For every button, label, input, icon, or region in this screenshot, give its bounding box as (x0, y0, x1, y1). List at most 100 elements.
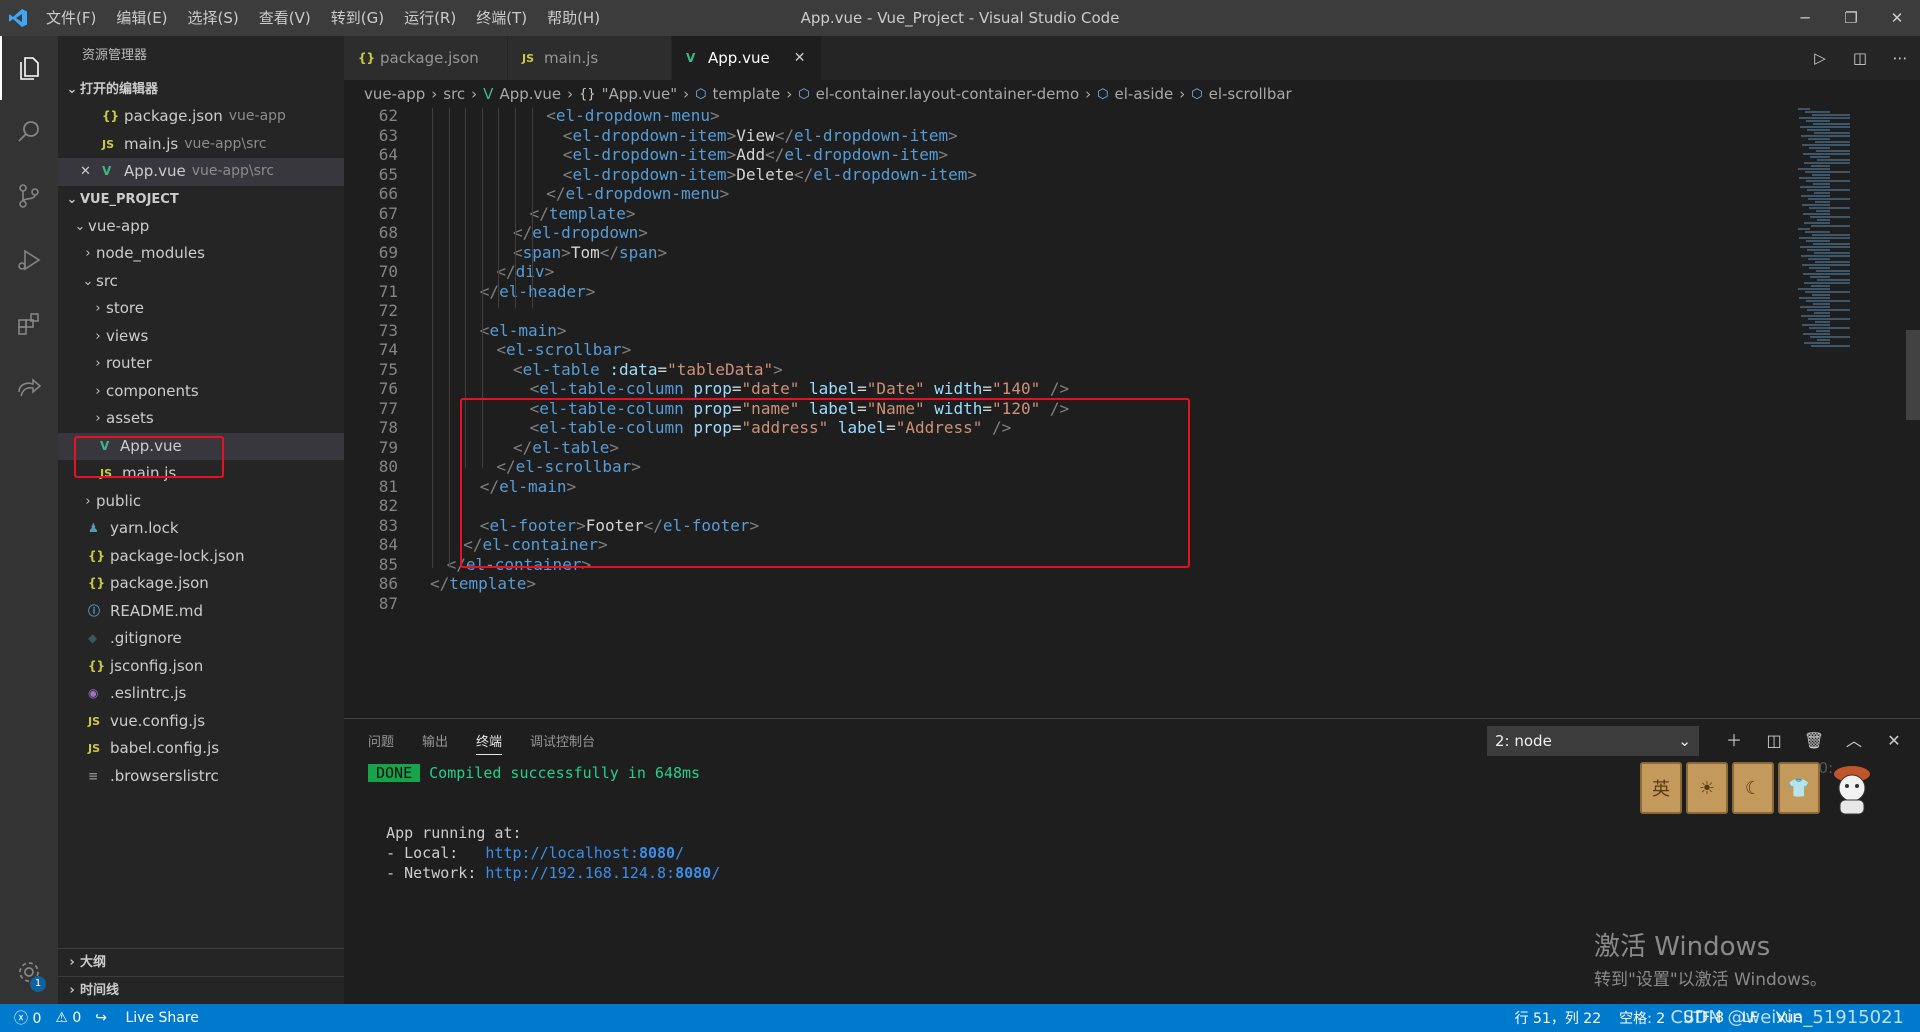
decorative-widget: 英 ☀ ☾ 👕 (1640, 758, 1880, 818)
restore-button[interactable]: ❐ (1828, 0, 1874, 36)
tab-debug-console[interactable]: 调试控制台 (530, 731, 595, 755)
breadcrumb-item[interactable]: src (443, 85, 465, 103)
tree-file-jsconfig[interactable]: {} jsconfig.json (58, 653, 344, 681)
breadcrumb-item[interactable]: App.vue (499, 85, 561, 103)
split-terminal-icon[interactable]: ◫ (1754, 726, 1794, 756)
extensions-button[interactable] (0, 292, 58, 356)
run-icon[interactable]: ▷ (1800, 49, 1840, 67)
minimap-line (1813, 243, 1850, 245)
tab-app-vue[interactable]: V App.vue ✕ (672, 36, 822, 80)
close-panel-icon[interactable]: ✕ (1874, 726, 1914, 756)
breadcrumb-item[interactable]: vue-app (364, 85, 425, 103)
close-editor-icon[interactable]: ✕ (80, 158, 102, 186)
breadcrumb-item[interactable]: el-aside (1115, 85, 1174, 103)
source-control-button[interactable] (0, 164, 58, 228)
tree-file-gitignore[interactable]: ◆ .gitignore (58, 625, 344, 653)
new-terminal-icon[interactable]: ＋ (1714, 726, 1754, 756)
terminal-select[interactable]: 2: node ⌄ (1487, 726, 1699, 756)
project-section[interactable]: ⌄ VUE_PROJECT (58, 186, 344, 213)
menu-go[interactable]: 转到(G) (321, 0, 394, 36)
tree-folder-router[interactable]: › router (58, 350, 344, 378)
tree-file-package-lock[interactable]: {} package-lock.json (58, 543, 344, 571)
local-url-link[interactable]: http://localhost:8080/ (485, 844, 684, 862)
outline-section[interactable]: › 大纲 (58, 948, 344, 976)
indentation[interactable]: 空格: 2 (1619, 1008, 1665, 1028)
tree-folder-store[interactable]: › store (58, 295, 344, 323)
menu-selection[interactable]: 选择(S) (178, 0, 249, 36)
tab-output[interactable]: 输出 (422, 731, 448, 755)
minimap[interactable] (1794, 108, 1906, 718)
minimap-line (1802, 264, 1850, 266)
live-share-status[interactable]: ↪ Live Share (95, 1010, 213, 1026)
minimap-line (1815, 201, 1830, 203)
menu-run[interactable]: 运行(R) (394, 0, 466, 36)
trash-icon[interactable]: 🗑 (1794, 726, 1834, 756)
minimap-line (1806, 180, 1850, 182)
warnings-indicator[interactable]: ⚠ 0 (55, 1010, 81, 1026)
menu-file[interactable]: 文件(F) (36, 0, 106, 36)
close-tab-icon[interactable]: ✕ (794, 50, 806, 66)
tab-main-js[interactable]: JS main.js (508, 36, 672, 80)
open-editor-item-active[interactable]: ✕ V App.vue vue-app\src (58, 158, 344, 186)
tree-file-package-json[interactable]: {} package.json (58, 570, 344, 598)
tree-label: jsconfig.json (110, 656, 204, 675)
minimize-button[interactable]: ─ (1782, 0, 1828, 36)
tab-problems[interactable]: 问题 (368, 731, 394, 755)
terminal-output[interactable]: DONE Compiled successfully in 648ms App … (368, 763, 720, 883)
breadcrumb-item[interactable]: "App.vue" (602, 85, 677, 103)
open-editors-section[interactable]: ⌄ 打开的编辑器 (58, 76, 344, 103)
network-label: - Network: (386, 864, 486, 882)
chevron-right-icon: › (69, 955, 75, 970)
code-line[interactable]: 87 (344, 592, 398, 616)
tree-file-browserslistrc[interactable]: ≡ .browserslistrc (58, 763, 344, 791)
tree-folder-public[interactable]: › public (58, 488, 344, 516)
open-editor-item[interactable]: {} package.json vue-app (58, 103, 344, 131)
tree-file-readme[interactable]: ⓘ README.md (58, 598, 344, 626)
breadcrumb-item[interactable]: el-scrollbar (1209, 85, 1292, 103)
tab-package-json[interactable]: {} package.json (344, 36, 508, 80)
split-editor-icon[interactable]: ◫ (1840, 49, 1880, 67)
tree-file-yarn-lock[interactable]: ♟ yarn.lock (58, 515, 344, 543)
manage-button[interactable]: 1 (0, 948, 58, 996)
tab-terminal[interactable]: 终端 (476, 731, 503, 755)
tree-file-eslintrc[interactable]: ◉ .eslintrc.js (58, 680, 344, 708)
maximize-panel-icon[interactable]: ︿ (1834, 726, 1874, 756)
status-bar: ⓧ 0 ⚠ 0 ↪ Live Share 行 51，列 22 空格: 2 UTF… (0, 1004, 1920, 1032)
close-window-button[interactable]: ✕ (1874, 0, 1920, 36)
cursor-position[interactable]: 行 51，列 22 (1515, 1008, 1602, 1028)
tree-file-babel-config[interactable]: JS babel.config.js (58, 735, 344, 763)
timeline-section[interactable]: › 时间线 (58, 976, 344, 1004)
run-debug-button[interactable] (0, 228, 58, 292)
tree-file-vue-config[interactable]: JS vue.config.js (58, 708, 344, 736)
tree-label: router (106, 354, 152, 372)
breadcrumb-item[interactable]: template (713, 85, 781, 103)
network-url-link[interactable]: http://192.168.124.8:8080/ (485, 864, 720, 882)
search-button[interactable] (0, 100, 58, 164)
open-editor-item[interactable]: JS main.js vue-app\src (58, 131, 344, 159)
menu-help[interactable]: 帮助(H) (537, 0, 610, 36)
errors-indicator[interactable]: ⓧ 0 (14, 1008, 41, 1028)
menu-edit[interactable]: 编辑(E) (106, 0, 177, 36)
more-actions-icon[interactable]: ⋯ (1880, 49, 1920, 67)
chevron-right-icon: › (95, 301, 101, 316)
live-share-button[interactable] (0, 356, 58, 420)
vue-icon: V (102, 164, 112, 178)
tree-folder-vue-app[interactable]: ⌄ vue-app (58, 213, 344, 241)
eslint-icon: ◉ (88, 686, 99, 700)
tree-folder-node-modules[interactable]: › node_modules (58, 240, 344, 268)
minimap-line (1801, 255, 1850, 257)
menu-view[interactable]: 查看(V) (249, 0, 321, 36)
breadcrumb-item[interactable]: el-container.layout-container-demo (816, 85, 1080, 103)
menu-terminal[interactable]: 终端(T) (466, 0, 537, 36)
code-token: </ (546, 184, 566, 203)
live-share-icon: ↪ (95, 1010, 108, 1026)
tree-folder-src[interactable]: ⌄ src (58, 268, 344, 296)
tree-folder-views[interactable]: › views (58, 323, 344, 351)
code-token: < (496, 340, 507, 359)
editor-scrollbar-thumb[interactable] (1906, 330, 1920, 420)
tree-folder-assets[interactable]: › assets (58, 405, 344, 433)
minimap-line (1803, 213, 1830, 215)
tree-folder-components[interactable]: › components (58, 378, 344, 406)
minimap-line (1816, 210, 1830, 212)
explorer-button[interactable] (0, 36, 58, 100)
